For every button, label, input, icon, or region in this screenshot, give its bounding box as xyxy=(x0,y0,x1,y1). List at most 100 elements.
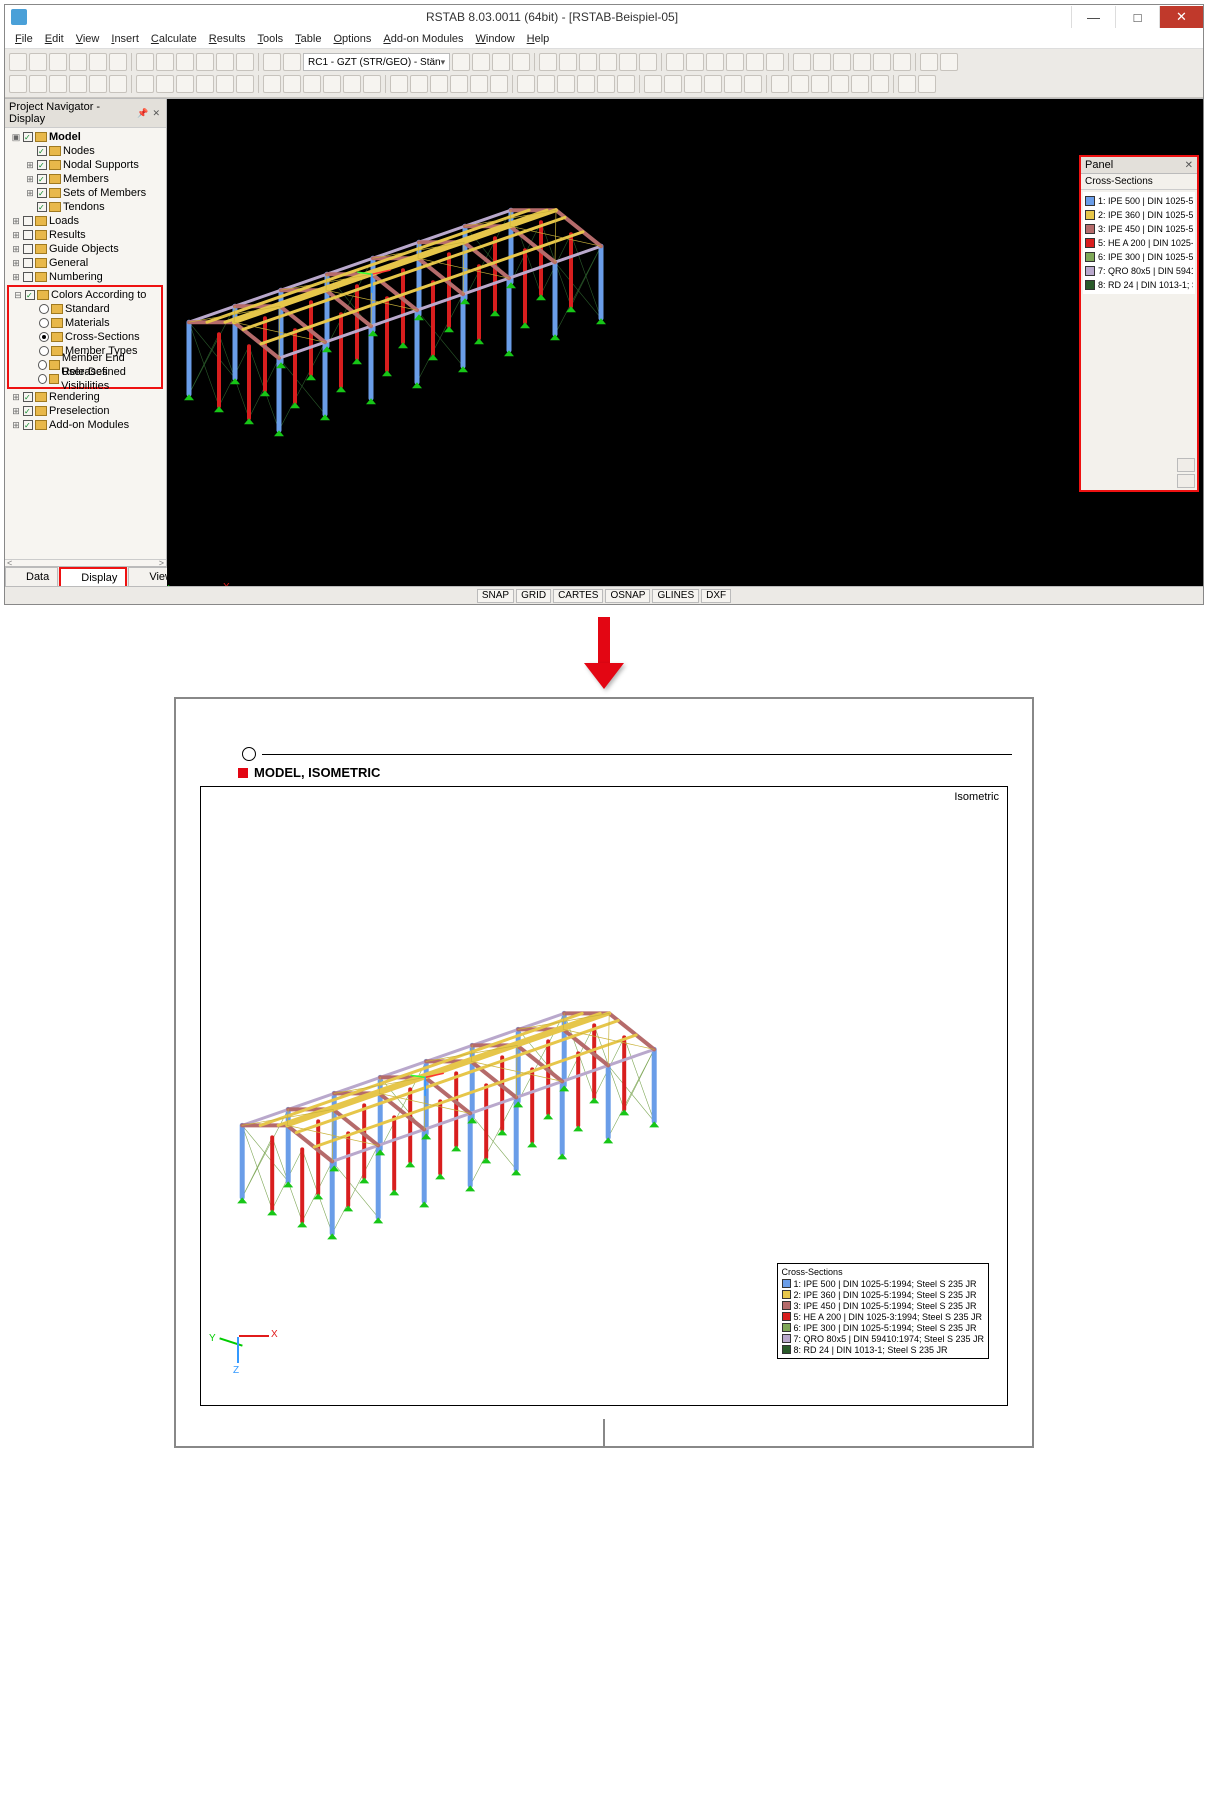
menu-results[interactable]: Results xyxy=(205,33,250,45)
legend-tab-1[interactable] xyxy=(1177,458,1195,472)
tree-item-tendons[interactable]: Tendons xyxy=(7,200,164,214)
legend-tab-2[interactable] xyxy=(1177,474,1195,488)
toolbar-button[interactable] xyxy=(9,75,27,93)
toolbar-button[interactable] xyxy=(156,53,174,71)
toolbar-button[interactable] xyxy=(644,75,662,93)
toolbar-button[interactable] xyxy=(472,53,490,71)
toolbar-button[interactable] xyxy=(664,75,682,93)
toolbar-button[interactable] xyxy=(557,75,575,93)
toolbar-button[interactable] xyxy=(49,53,67,71)
menu-file[interactable]: File xyxy=(11,33,37,45)
toolbar-button[interactable] xyxy=(29,53,47,71)
toolbar-button[interactable] xyxy=(69,53,87,71)
tree-item-colors-according-to[interactable]: ⊟Colors According to xyxy=(9,288,161,302)
toolbar-button[interactable] xyxy=(343,75,361,93)
tree-item-nodes[interactable]: Nodes xyxy=(7,144,164,158)
legend-header[interactable]: Panel ✕ xyxy=(1081,157,1197,174)
tree-item-general[interactable]: ⊞General xyxy=(7,256,164,270)
toolbar-button[interactable] xyxy=(599,53,617,71)
toolbar-button[interactable] xyxy=(831,75,849,93)
toolbar-button[interactable] xyxy=(833,53,851,71)
nav-tab-data[interactable]: Data xyxy=(5,567,58,586)
maximize-button[interactable]: □ xyxy=(1115,6,1159,28)
menu-help[interactable]: Help xyxy=(523,33,554,45)
toolbar-button[interactable] xyxy=(577,75,595,93)
toolbar-button[interactable] xyxy=(156,75,174,93)
toolbar-button[interactable] xyxy=(537,75,555,93)
toolbar-button[interactable] xyxy=(303,75,321,93)
toolbar-button[interactable] xyxy=(49,75,67,93)
legend-entry[interactable]: 7: QRO 80x5 | DIN 5941 xyxy=(1085,264,1193,278)
tree-item-model[interactable]: ▣Model xyxy=(7,130,164,144)
tree-item-results[interactable]: ⊞Results xyxy=(7,228,164,242)
toolbar-button[interactable] xyxy=(283,75,301,93)
toolbar-button[interactable] xyxy=(704,75,722,93)
close-button[interactable]: ✕ xyxy=(1159,6,1203,28)
toolbar-button[interactable] xyxy=(706,53,724,71)
toolbar-button[interactable] xyxy=(940,53,958,71)
toolbar-button[interactable] xyxy=(9,53,27,71)
toolbar-button[interactable] xyxy=(811,75,829,93)
toolbar-button[interactable] xyxy=(918,75,936,93)
legend-entry[interactable]: 3: IPE 450 | DIN 1025-5: xyxy=(1085,222,1193,236)
tree-item-standard[interactable]: Standard xyxy=(9,302,161,316)
tree-item-numbering[interactable]: ⊞Numbering xyxy=(7,270,164,284)
tree-item-members[interactable]: ⊞Members xyxy=(7,172,164,186)
menu-options[interactable]: Options xyxy=(329,33,375,45)
legend-entry[interactable]: 2: IPE 360 | DIN 1025-5: xyxy=(1085,208,1193,222)
model-viewport[interactable]: X Y Z Panel ✕ Cross-Sections 1: IPE 500 … xyxy=(167,99,1203,586)
toolbar-button[interactable] xyxy=(746,53,764,71)
toolbar-button[interactable] xyxy=(136,75,154,93)
menu-edit[interactable]: Edit xyxy=(41,33,68,45)
tree-item-cross-sections[interactable]: Cross-Sections xyxy=(9,330,161,344)
toolbar-button[interactable] xyxy=(873,53,891,71)
toolbar-button[interactable] xyxy=(430,75,448,93)
toolbar-button[interactable] xyxy=(136,53,154,71)
toolbar-button[interactable] xyxy=(766,53,784,71)
toolbar-button[interactable] xyxy=(793,53,811,71)
legend-entry[interactable]: 6: IPE 300 | DIN 1025-5: xyxy=(1085,250,1193,264)
toolbar-button[interactable] xyxy=(597,75,615,93)
toolbar-button[interactable] xyxy=(196,75,214,93)
toolbar-button[interactable] xyxy=(539,53,557,71)
minimize-button[interactable]: — xyxy=(1071,6,1115,28)
toolbar-button[interactable] xyxy=(29,75,47,93)
toolbar-button[interactable] xyxy=(744,75,762,93)
toolbar-button[interactable] xyxy=(263,53,281,71)
toolbar-button[interactable] xyxy=(390,75,408,93)
toolbar-button[interactable] xyxy=(69,75,87,93)
toolbar-button[interactable] xyxy=(470,75,488,93)
toolbar-button[interactable] xyxy=(176,53,194,71)
toolbar-button[interactable] xyxy=(617,75,635,93)
status-cell-osnap[interactable]: OSNAP xyxy=(605,589,650,603)
toolbar-button[interactable] xyxy=(109,53,127,71)
toolbar-button[interactable] xyxy=(517,75,535,93)
toolbar-button[interactable] xyxy=(323,75,341,93)
toolbar-button[interactable] xyxy=(89,53,107,71)
toolbar-button[interactable] xyxy=(791,75,809,93)
toolbar-button[interactable] xyxy=(490,75,508,93)
tree-item-guide-objects[interactable]: ⊞Guide Objects xyxy=(7,242,164,256)
tree-item-add-on-modules[interactable]: ⊞Add-on Modules xyxy=(7,418,164,432)
toolbar-button[interactable] xyxy=(893,53,911,71)
toolbar-button[interactable] xyxy=(853,53,871,71)
tree-item-materials[interactable]: Materials xyxy=(9,316,161,330)
toolbar-button[interactable] xyxy=(724,75,742,93)
toolbar-button[interactable] xyxy=(216,75,234,93)
pin-icon[interactable]: 📌 xyxy=(135,108,150,119)
toolbar-button[interactable] xyxy=(579,53,597,71)
menu-view[interactable]: View xyxy=(72,33,104,45)
toolbar-button[interactable] xyxy=(263,75,281,93)
close-panel-icon[interactable]: ✕ xyxy=(150,108,162,119)
menu-add-on-modules[interactable]: Add-on Modules xyxy=(379,33,467,45)
panel-close-icon[interactable]: ✕ xyxy=(1185,160,1193,171)
legend-entry[interactable]: 1: IPE 500 | DIN 1025-5: xyxy=(1085,194,1193,208)
toolbar-button[interactable] xyxy=(216,53,234,71)
tree-item-sets-of-members[interactable]: ⊞Sets of Members xyxy=(7,186,164,200)
toolbar-button[interactable] xyxy=(410,75,428,93)
menu-table[interactable]: Table xyxy=(291,33,325,45)
toolbar-button[interactable] xyxy=(236,53,254,71)
toolbar-button[interactable] xyxy=(559,53,577,71)
toolbar-button[interactable] xyxy=(512,53,530,71)
toolbar-button[interactable] xyxy=(666,53,684,71)
